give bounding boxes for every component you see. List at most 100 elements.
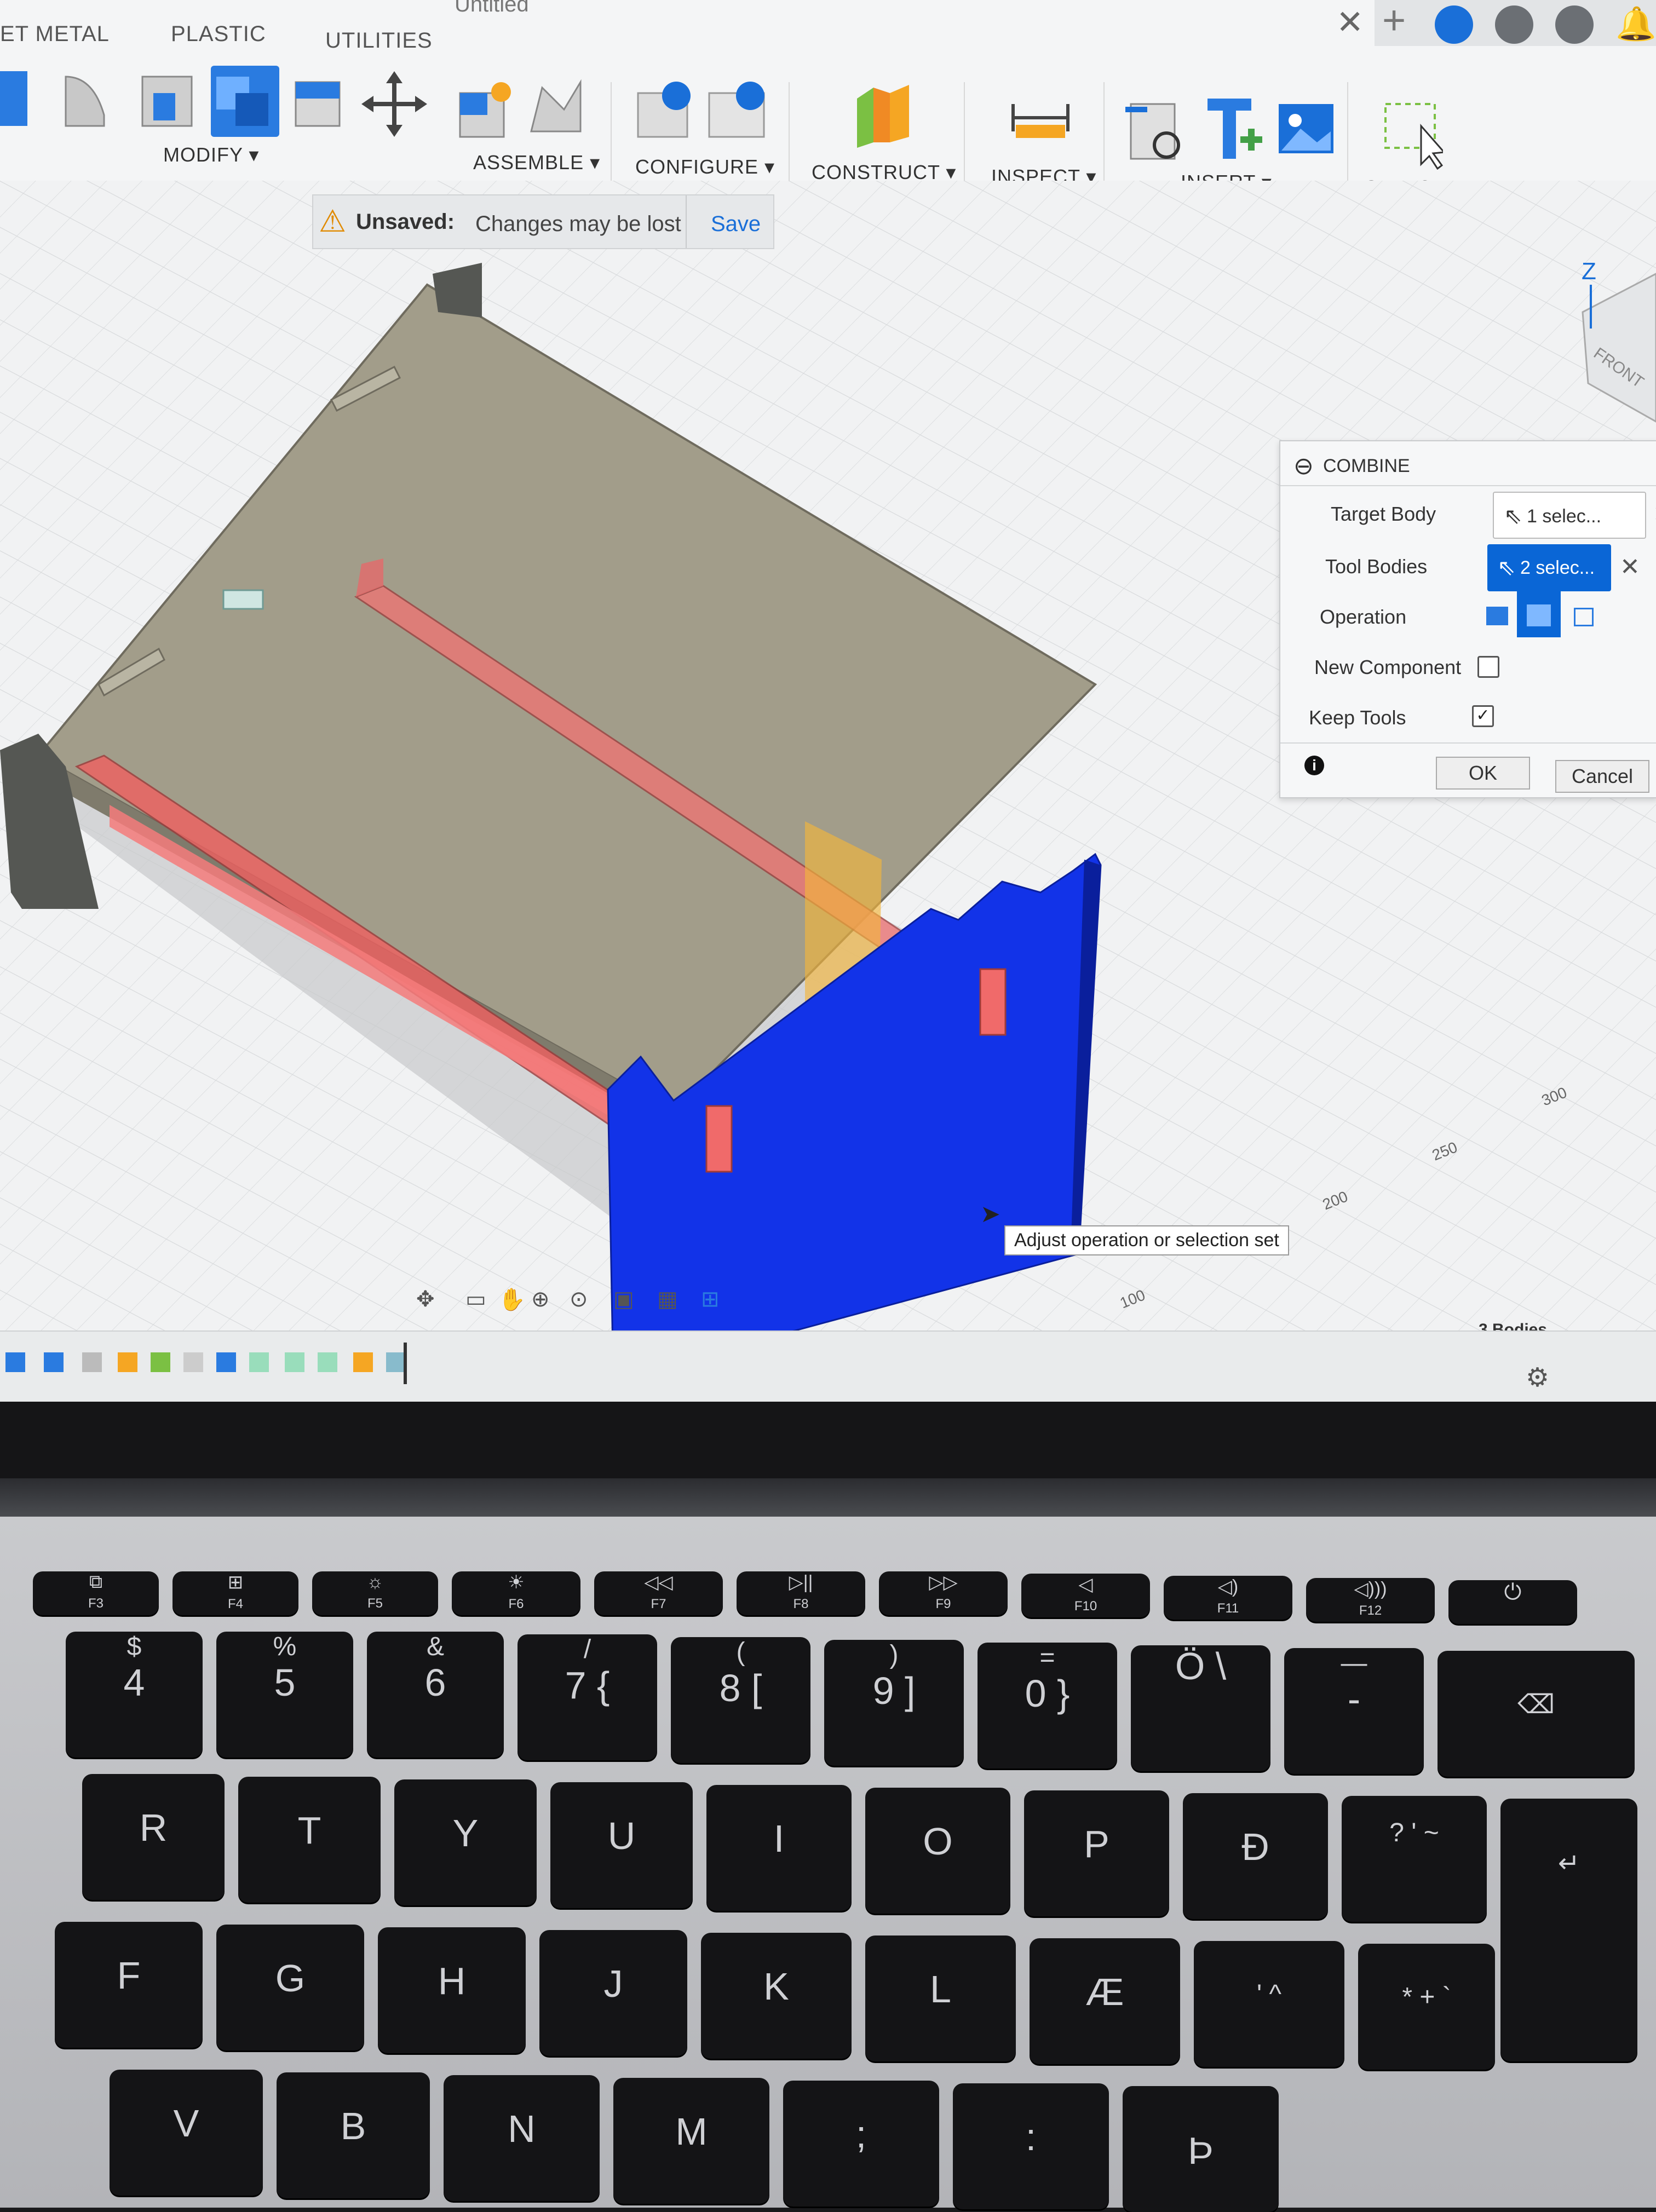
key-n[interactable]: N [444, 2075, 600, 2201]
tool-bodies-value: 2 selec... [1520, 557, 1595, 578]
tooltip: Adjust operation or selection set [1004, 1225, 1289, 1255]
key-m[interactable]: M [613, 2078, 769, 2204]
key-f3[interactable]: ⧉ F3 [33, 1571, 159, 1615]
key-k[interactable]: K [701, 1933, 852, 2059]
select-cursor-icon: ⇖ [1504, 504, 1522, 528]
key-apostrophe[interactable]: ' ^ [1194, 1941, 1344, 2067]
key-y[interactable]: Y [394, 1779, 537, 1905]
foot [979, 968, 1007, 1036]
key-t[interactable]: T [238, 1777, 381, 1903]
key-7[interactable]: /7 { [518, 1634, 657, 1760]
key-o-umlaut[interactable]: Ö \ [1131, 1645, 1270, 1771]
fit-icon[interactable]: ⊙ [570, 1287, 588, 1312]
extensions-icon[interactable] [1435, 5, 1473, 44]
window-controls: + 🔔 [1375, 0, 1656, 46]
group-modify[interactable]: MODIFY ▾ [163, 143, 259, 166]
key-j[interactable]: J [539, 1930, 687, 2056]
close-icon[interactable]: ✕ [1336, 3, 1364, 42]
key-asterisk[interactable]: * + ` [1358, 1944, 1495, 2070]
key-5[interactable]: % 5 [216, 1632, 353, 1758]
move-tools[interactable] [290, 71, 427, 137]
key-p[interactable]: P [1024, 1790, 1169, 1916]
keep-tools-checkbox[interactable]: ✓ [1472, 705, 1494, 727]
tab-plastic[interactable]: PLASTIC [171, 22, 266, 47]
new-tab-icon[interactable]: + [1382, 0, 1406, 43]
key-f[interactable]: F [55, 1922, 203, 2048]
look-at-icon[interactable]: ▭ [465, 1287, 486, 1312]
group-assemble[interactable]: ASSEMBLE ▾ [473, 151, 600, 174]
key-ae[interactable]: Æ [1030, 1938, 1180, 2064]
cut-operation-icon[interactable] [1517, 590, 1561, 637]
grid-settings-icon[interactable]: ▦ [657, 1287, 678, 1312]
select-icon[interactable] [1383, 99, 1443, 170]
key-f11[interactable]: ◁) F11 [1164, 1576, 1292, 1620]
key-b[interactable]: B [277, 2072, 430, 2198]
key-f7[interactable]: ◁◁ F7 [594, 1571, 723, 1615]
key-f5[interactable]: ☼ F5 [312, 1571, 438, 1615]
group-configure[interactable]: CONFIGURE ▾ [635, 155, 775, 178]
target-body-select-button[interactable]: ⇖ 1 selec... [1493, 492, 1646, 539]
key-4[interactable]: $4 [66, 1632, 203, 1758]
viewports-icon[interactable]: ⊞ [701, 1287, 720, 1312]
tab-sheet-metal[interactable]: ET METAL [0, 22, 110, 47]
key-f12[interactable]: ◁))) F12 [1306, 1578, 1435, 1622]
job-status-icon[interactable] [1495, 5, 1533, 44]
clock-icon[interactable] [1555, 5, 1594, 44]
key-thorn[interactable]: Þ [1123, 2086, 1279, 2212]
key-d-stroke[interactable]: Đ [1183, 1793, 1328, 1919]
key-6[interactable]: & 6 [367, 1632, 504, 1758]
key-return[interactable]: ↵ [1500, 1799, 1637, 2061]
key-semicolon[interactable]: ; [783, 2081, 939, 2207]
intersect-operation-icon[interactable] [1569, 596, 1597, 629]
key-f9[interactable]: ▷▷ F9 [879, 1571, 1008, 1615]
small-tab [222, 589, 264, 610]
warning-icon: ⚠ [319, 204, 347, 238]
key-l[interactable]: L [865, 1936, 1016, 2061]
key-colon[interactable]: : [953, 2083, 1109, 2209]
key-h[interactable]: H [378, 1927, 526, 2053]
display-settings-icon[interactable]: ▣ [613, 1287, 634, 1312]
key-i[interactable]: I [706, 1785, 852, 1911]
key-f8[interactable]: ▷|| F8 [737, 1571, 865, 1615]
clear-target-icon[interactable]: ✕ [1653, 500, 1656, 528]
key-minus[interactable]: — - [1284, 1648, 1424, 1774]
key-g[interactable]: G [216, 1925, 364, 2050]
target-body-value: 1 selec... [1527, 506, 1602, 527]
key-backspace[interactable]: ⌫ [1438, 1651, 1635, 1777]
key-u[interactable]: U [550, 1782, 693, 1908]
clear-tools-icon[interactable]: ✕ [1620, 553, 1640, 581]
key-v[interactable]: V [110, 2070, 263, 2196]
orbit-icon[interactable]: ✥ [416, 1287, 435, 1312]
target-body-label: Target Body [1331, 503, 1436, 525]
key-f10[interactable]: ◁ F10 [1021, 1574, 1150, 1617]
key-question[interactable]: ? ' ~ [1342, 1796, 1487, 1922]
zoom-icon[interactable]: ⊕ [531, 1287, 550, 1312]
key-0[interactable]: = 0 } [978, 1643, 1117, 1769]
assemble-tools[interactable] [455, 77, 591, 142]
join-operation-icon[interactable] [1483, 596, 1510, 629]
notification-icon[interactable]: 🔔 [1615, 4, 1656, 43]
key-9[interactable]: ) 9 ] [824, 1640, 964, 1766]
cancel-button[interactable]: Cancel [1555, 760, 1649, 793]
info-icon[interactable]: i [1304, 756, 1324, 775]
save-button[interactable]: Save [711, 212, 761, 237]
key-8[interactable]: (8 [ [671, 1637, 810, 1763]
key-f6[interactable]: ☀ F6 [452, 1571, 580, 1615]
collapse-icon[interactable]: ⊖ [1293, 452, 1314, 480]
configure-tools[interactable] [633, 77, 775, 148]
ok-button[interactable]: OK [1436, 757, 1530, 790]
key-o[interactable]: O [865, 1788, 1010, 1914]
timeline-features[interactable] [0, 1343, 438, 1386]
key-power[interactable]: ⏻ [1448, 1580, 1577, 1624]
tool-bodies-select-button[interactable]: ⇖ 2 selec... [1487, 544, 1611, 591]
tab-utilities[interactable]: UTILITIES [325, 28, 433, 53]
new-component-checkbox[interactable] [1477, 656, 1499, 678]
settings-gear-icon[interactable]: ⚙ [1526, 1362, 1549, 1393]
insert-tools[interactable] [1125, 93, 1344, 164]
measure-icon[interactable] [1010, 99, 1071, 142]
construct-plane-icon[interactable] [852, 82, 917, 148]
key-r[interactable]: R [82, 1774, 225, 1900]
key-f4[interactable]: ⊞ F4 [173, 1571, 298, 1615]
modify-tools[interactable] [0, 66, 290, 142]
pan-icon[interactable]: ✋ [498, 1287, 526, 1312]
